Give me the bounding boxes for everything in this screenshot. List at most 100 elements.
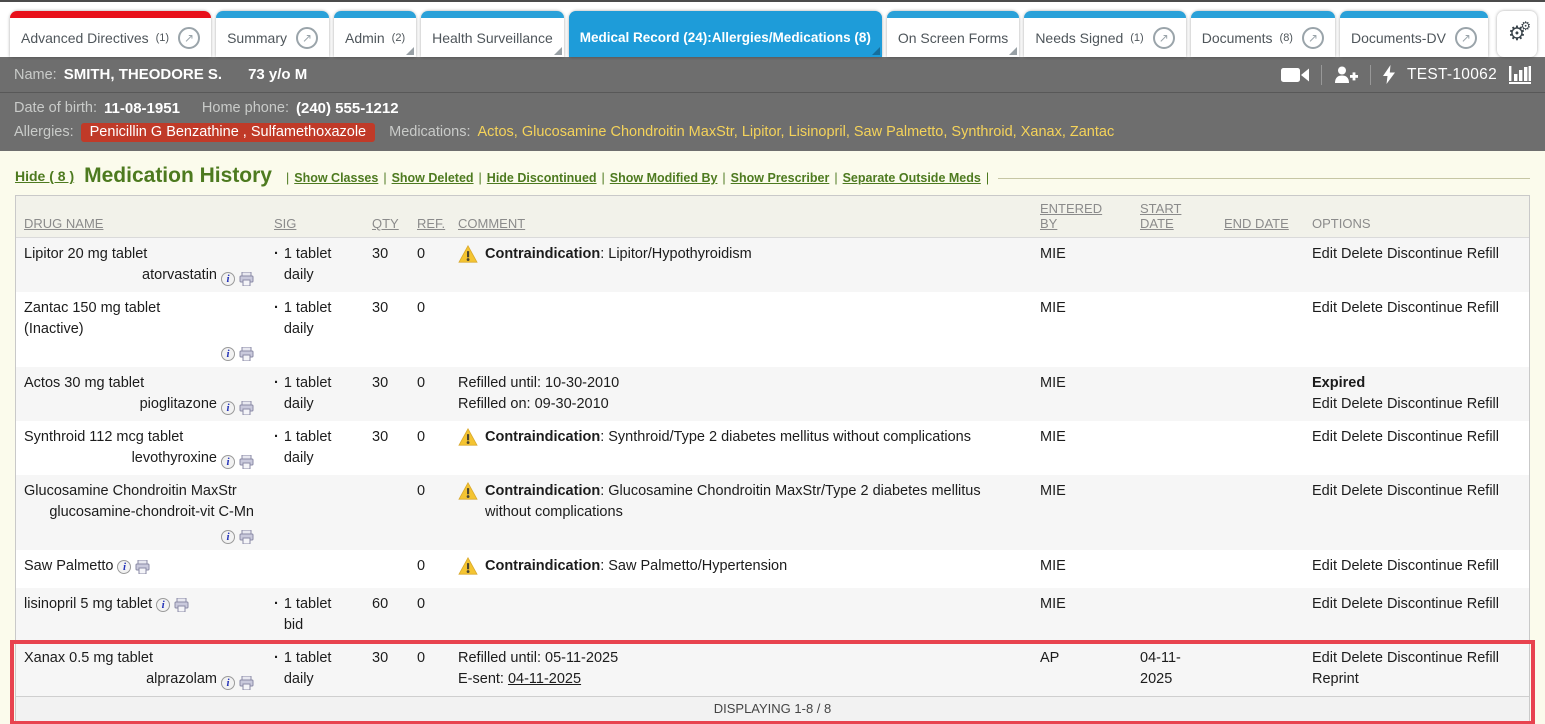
ref-value: 0 [409,238,450,292]
row-actions[interactable]: Edit Delete Discontinue Refill [1312,429,1499,445]
drug-info-icon[interactable]: i [221,401,235,415]
sig-text: 1 tablet daily [284,427,344,469]
tab-advanced-directives[interactable]: Advanced Directives (1) ↗ [10,11,211,57]
print-monograph-icon[interactable] [135,560,150,574]
drug-name: Synthroid 112 mcg tablet [24,427,262,448]
show-modified-by-link[interactable]: Show Modified By [610,171,718,185]
print-monograph-icon[interactable] [239,530,254,544]
tab-health-surveillance[interactable]: Health Surveillance [421,11,564,57]
row-actions[interactable]: Edit Delete Discontinue Refill [1312,396,1499,412]
warning-icon [458,482,478,500]
entered-by-value: MIE [1032,550,1132,588]
drug-info-icon[interactable]: i [221,676,235,690]
hide-discontinued-link[interactable]: Hide Discontinued [487,171,597,185]
tab-medical-record-active[interactable]: Medical Record (24):Allergies/Medication… [569,11,882,57]
drug-generic-name: levothyroxine [132,450,217,466]
print-monograph-icon[interactable] [239,272,254,286]
qty-value: 30 [364,238,409,292]
drug-info-icon[interactable]: i [221,530,235,544]
row-actions[interactable]: Edit Delete Discontinue Refill [1312,300,1499,316]
lightning-bolt-icon[interactable] [1383,65,1395,84]
tab-label: Documents-DV [1351,30,1446,46]
flowsheet-chart-icon[interactable] [1509,66,1531,84]
ref-value: 0 [409,292,450,367]
entered-by-value: AP [1032,642,1132,696]
print-monograph-icon[interactable] [239,676,254,690]
table-row: Zantac 150 mg tablet (Inactive) i ·1 tab… [16,292,1529,367]
open-in-new-window-icon[interactable]: ↗ [178,27,200,49]
open-in-new-window-icon[interactable]: ↗ [296,27,318,49]
col-header-entered-by[interactable]: ENTERED BY [1032,196,1112,237]
drug-name: lisinopril 5 mg tablet [24,594,152,615]
drug-generic-name: glucosamine-chondroit-vit C-Mn [49,504,254,520]
open-in-new-window-icon[interactable]: ↗ [1302,27,1324,49]
row-actions[interactable]: Edit Delete Discontinue Refill Reprint [1312,650,1499,687]
tab-admin[interactable]: Admin (2) [334,11,416,57]
sig-text: 1 tablet bid [284,594,344,636]
tab-documents[interactable]: Documents (8) ↗ [1191,11,1335,57]
comment-text: Contraindication: Synthroid/Type 2 diabe… [485,427,1028,469]
qty-value: 30 [364,292,409,367]
tab-on-screen-forms[interactable]: On Screen Forms [887,11,1019,57]
drug-name: Lipitor 20 mg tablet [24,244,262,265]
drug-name: Actos 30 mg tablet [24,373,262,394]
add-person-icon[interactable] [1334,66,1358,84]
print-monograph-icon[interactable] [174,598,189,612]
col-header-qty[interactable]: QTY [364,196,409,237]
print-monograph-icon[interactable] [239,455,254,469]
row-actions[interactable]: Edit Delete Discontinue Refill [1312,483,1499,499]
allergies-badge[interactable]: Penicillin G Benzathine , Sulfamethoxazo… [81,123,375,142]
video-camera-icon[interactable] [1281,67,1309,83]
col-header-comment[interactable]: COMMENT [450,196,1032,237]
drug-info-icon[interactable]: i [117,560,131,574]
print-monograph-icon[interactable] [239,347,254,361]
row-actions[interactable]: Edit Delete Discontinue Refill [1312,558,1499,574]
col-header-end-date[interactable]: END DATE [1216,196,1296,237]
qty-value: 30 [364,367,409,421]
settings-button[interactable]: ⚙ ⚙ [1497,11,1537,57]
qty-value: 30 [364,421,409,475]
esent-date-link[interactable]: 04-11-2025 [508,671,581,687]
tab-label: Admin [345,30,385,46]
tab-summary[interactable]: Summary ↗ [216,11,329,57]
entered-by-value: MIE [1032,292,1132,367]
tab-needs-signed[interactable]: Needs Signed (1) ↗ [1024,11,1185,57]
tab-count: (1) [1130,32,1143,44]
medications-list[interactable]: Actos, Glucosamine Chondroitin MaxStr, L… [478,124,1115,140]
tab-label: Summary [227,30,287,46]
col-header-start-date[interactable]: START DATE [1132,196,1212,237]
section-title: Medication History [84,164,272,188]
row-actions[interactable]: Edit Delete Discontinue Refill [1312,596,1499,612]
drug-name: Saw Palmetto [24,556,113,577]
table-row: Saw Palmettoi 0 Contraindication: Saw Pa… [16,550,1529,588]
tab-label: Health Surveillance [432,30,553,46]
row-actions[interactable]: Edit Delete Discontinue Refill [1312,246,1499,262]
sig-text: 1 tablet daily [284,373,344,415]
drug-info-icon[interactable]: i [221,347,235,361]
separate-outside-meds-link[interactable]: Separate Outside Meds [843,171,981,185]
show-classes-link[interactable]: Show Classes [294,171,378,185]
open-in-new-window-icon[interactable]: ↗ [1455,27,1477,49]
drug-generic-name: pioglitazone [140,396,217,412]
patient-age-sex: 73 y/o M [248,66,307,83]
drug-info-icon[interactable]: i [221,272,235,286]
row-status-expired: Expired [1312,373,1525,394]
open-in-new-window-icon[interactable]: ↗ [1153,27,1175,49]
tab-documents-dv[interactable]: Documents-DV ↗ [1340,11,1488,57]
show-deleted-link[interactable]: Show Deleted [392,171,474,185]
comment-text: Contraindication: Glucosamine Chondroiti… [485,481,1028,544]
col-header-ref[interactable]: REF. [409,196,450,237]
hide-section-link[interactable]: Hide ( 8 ) [15,168,74,184]
table-row: Glucosamine Chondroitin MaxStr glucosami… [16,475,1529,550]
col-header-sig[interactable]: SIG [266,196,364,237]
warning-icon [458,245,478,263]
drug-info-icon[interactable]: i [221,455,235,469]
patient-id: TEST-10062 [1407,66,1497,84]
tab-label: Medical Record (24):Allergies/Medication… [580,30,871,45]
col-header-drug-name[interactable]: DRUG NAME [16,196,266,237]
drug-info-icon[interactable]: i [156,598,170,612]
drug-generic-name: alprazolam [146,671,217,687]
patient-name: SMITH, THEODORE S. [64,66,222,83]
show-prescriber-link[interactable]: Show Prescriber [731,171,830,185]
print-monograph-icon[interactable] [239,401,254,415]
